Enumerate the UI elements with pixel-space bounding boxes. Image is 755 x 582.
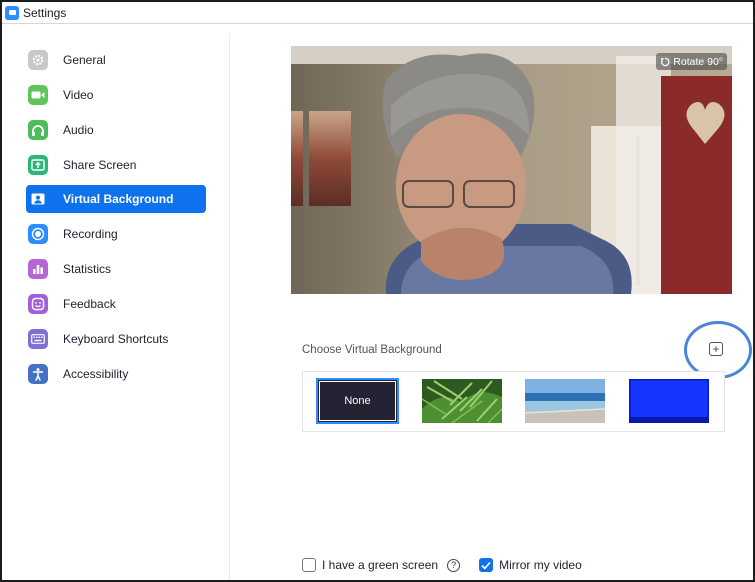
sidebar-item-label: Keyboard Shortcuts <box>63 332 169 346</box>
background-options-panel: None <box>302 371 725 432</box>
record-icon <box>28 224 48 244</box>
checkmark-icon <box>481 561 491 570</box>
sidebar-item-label: Share Screen <box>63 158 137 172</box>
background-option-beach[interactable] <box>525 379 605 423</box>
mirror-video-checkbox[interactable] <box>479 558 494 572</box>
sidebar-item-statistics[interactable]: Statistics <box>26 255 206 283</box>
gear-icon <box>28 50 48 70</box>
settings-sidebar: General Video Audio Share Screen Virtual… <box>14 34 230 580</box>
person-card-icon <box>28 189 48 209</box>
sidebar-item-feedback[interactable]: Feedback <box>26 290 206 318</box>
settings-window: Settings General Video Audio Share Scree… <box>0 0 755 582</box>
sidebar-item-virtual-background[interactable]: Virtual Background <box>26 185 206 213</box>
zoom-app-icon <box>5 5 19 20</box>
rotate-icon <box>661 57 670 66</box>
sidebar-item-recording[interactable]: Recording <box>26 220 206 248</box>
rotate-label: Rotate 90° <box>673 55 723 68</box>
background-option-none[interactable]: None <box>316 378 399 424</box>
video-camera-icon <box>28 85 48 105</box>
sidebar-item-label: Statistics <box>63 262 112 276</box>
sidebar-item-keyboard-shortcuts[interactable]: Keyboard Shortcuts <box>26 325 206 353</box>
window-title: Settings <box>23 5 67 20</box>
mirror-video-label: Mirror my video <box>499 558 582 572</box>
accessibility-icon <box>28 364 48 384</box>
sidebar-item-share-screen[interactable]: Share Screen <box>26 151 206 179</box>
plus-icon: + <box>712 342 720 356</box>
camera-feed-image <box>291 46 732 294</box>
sidebar-item-audio[interactable]: Audio <box>26 116 206 144</box>
green-screen-label: I have a green screen <box>322 558 439 572</box>
sidebar-item-accessibility[interactable]: Accessibility <box>26 360 206 388</box>
title-bar: Settings <box>2 2 753 24</box>
green-screen-checkbox[interactable] <box>302 558 316 572</box>
headphones-icon <box>28 120 48 140</box>
keyboard-icon <box>28 329 48 349</box>
help-icon[interactable]: ? <box>447 558 461 572</box>
sidebar-item-label: Audio <box>63 123 94 137</box>
background-option-label: None <box>344 395 371 407</box>
bar-chart-icon <box>28 259 48 279</box>
background-option-ferns[interactable] <box>422 379 502 423</box>
virtual-background-panel: Rotate 90° Choose Virtual Background + N… <box>231 24 755 582</box>
smiley-icon <box>28 294 48 314</box>
sidebar-item-label: General <box>63 53 106 67</box>
sidebar-item-label: Recording <box>63 227 118 241</box>
sidebar-item-general[interactable]: General <box>26 46 206 74</box>
sidebar-item-label: Video <box>63 88 94 102</box>
add-background-button[interactable]: + <box>709 342 723 356</box>
video-options-footer: I have a green screen ? Mirror my video <box>302 558 582 572</box>
sidebar-item-label: Accessibility <box>63 367 129 381</box>
background-option-blue[interactable] <box>629 379 709 423</box>
choose-virtual-background-label: Choose Virtual Background <box>302 344 442 356</box>
share-screen-icon <box>28 155 48 175</box>
video-preview: Rotate 90° <box>291 46 732 294</box>
sidebar-item-video[interactable]: Video <box>26 81 206 109</box>
sidebar-item-label: Feedback <box>63 297 116 311</box>
rotate-button[interactable]: Rotate 90° <box>656 53 727 70</box>
sidebar-item-label: Virtual Background <box>63 192 174 206</box>
